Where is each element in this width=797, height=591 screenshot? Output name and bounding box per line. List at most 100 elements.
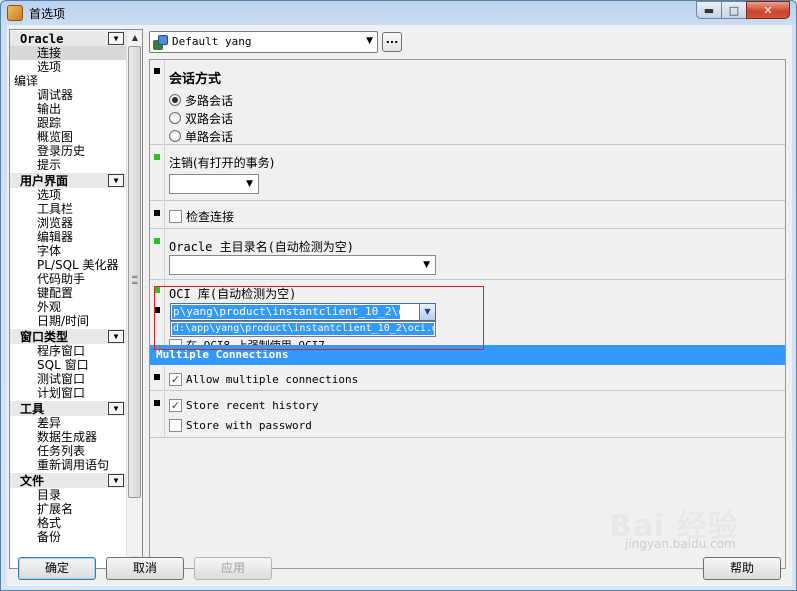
sidebar-item[interactable]: 外观 (10, 300, 126, 314)
oracle-home-title: Oracle 主目录名(自动检测为空) (169, 240, 355, 254)
window-title: 首选项 (29, 7, 66, 21)
sidebar-item[interactable]: 任务列表 (10, 444, 126, 458)
sidebar-item[interactable]: PL/SQL 美化器 (10, 258, 126, 272)
close-button[interactable]: ✕ (746, 1, 790, 19)
sidebar-item[interactable]: 登录历史 (10, 144, 126, 158)
sidebar-item[interactable]: 格式 (10, 516, 126, 530)
sidebar-item-connection[interactable]: 连接 (10, 46, 126, 60)
session-option-single[interactable]: 单路会话 (169, 128, 233, 144)
sidebar-item[interactable]: 浏览器 (10, 216, 126, 230)
sidebar-item[interactable]: 调试器 (10, 88, 126, 102)
section-body: 注销(有打开的事务) ▼ (164, 146, 274, 200)
radio-button[interactable] (169, 112, 181, 124)
sidebar-item[interactable]: 选项 (10, 188, 126, 202)
watermark: Bai 经验 jingyan.baidu.com (609, 501, 779, 561)
section-marker (154, 374, 160, 380)
section-body: ✓ Allow multiple connections (164, 366, 358, 390)
group-header-oracle[interactable]: Oracle ▼ (10, 30, 126, 46)
store-password-row[interactable]: Store with password (169, 417, 312, 433)
checkbox[interactable] (169, 209, 182, 223)
sidebar-item[interactable]: 工具栏 (10, 202, 126, 216)
sidebar-item[interactable]: 目录 (10, 488, 126, 502)
sidebar-item[interactable]: 日期/时间 (10, 314, 126, 328)
cancel-button[interactable]: 取消 (106, 557, 184, 580)
section-body: 会话方式 多路会话 双路会话 单路会话 (164, 60, 233, 144)
oci-dropdown-list: d:\app\yang\product\instantclient_10_2\o… (170, 321, 436, 337)
category-sidebar: Oracle ▼ 连接 选项 编译 调试器 输出 跟踪 概览图 登录历史 提示 用… (9, 29, 143, 569)
oracle-home-select[interactable]: ▼ (169, 255, 436, 275)
checkbox-checked[interactable]: ✓ (169, 398, 182, 412)
radio-label: 双路会话 (185, 111, 234, 126)
connection-more-button[interactable]: ... (382, 32, 402, 52)
group-header-label: 文件 (20, 474, 45, 488)
chevron-down-icon[interactable]: ▼ (108, 32, 124, 45)
sidebar-item[interactable]: 概览图 (10, 130, 126, 144)
check-connection-row[interactable]: 检查连接 (169, 208, 234, 224)
session-option-dual[interactable]: 双路会话 (169, 110, 233, 126)
sidebar-item[interactable]: SQL 窗口 (10, 358, 126, 372)
scroll-up-icon[interactable]: ▲ (127, 30, 142, 46)
chevron-down-icon[interactable]: ▼ (108, 330, 124, 343)
sidebar-item[interactable]: 编辑器 (10, 230, 126, 244)
chevron-down-icon[interactable]: ▼ (419, 304, 435, 320)
ok-button[interactable]: 确定 (18, 557, 96, 580)
group-header-window-types[interactable]: 窗口类型 ▼ (10, 328, 126, 344)
radio-button[interactable] (169, 130, 181, 142)
scrollbar-thumb[interactable]: ═ ═ (128, 46, 141, 498)
session-option-multi[interactable]: 多路会话 (169, 92, 233, 108)
checkbox[interactable] (169, 418, 182, 432)
chevron-down-icon[interactable]: ▼ (108, 402, 124, 415)
logoff-select[interactable]: ▼ (169, 174, 259, 194)
sidebar-item[interactable]: 备份 (10, 530, 126, 544)
maximize-button[interactable]: □ (721, 1, 747, 19)
apply-button[interactable]: 应用 (194, 557, 272, 580)
sidebar-item-options[interactable]: 选项 (10, 60, 126, 74)
sidebar-item[interactable]: 计划窗口 (10, 386, 126, 400)
sidebar-item[interactable]: 扩展名 (10, 502, 126, 516)
chevron-down-icon[interactable]: ▼ (108, 474, 124, 487)
radio-button[interactable] (169, 94, 181, 106)
sidebar-item[interactable]: 数据生成器 (10, 430, 126, 444)
sidebar-item[interactable]: 输出 (10, 102, 126, 116)
sidebar-item[interactable]: 跟踪 (10, 116, 126, 130)
check-connection-section: 检查连接 (150, 202, 785, 229)
checkbox-checked[interactable]: ✓ (169, 372, 182, 386)
chevron-down-icon[interactable]: ▼ (108, 174, 124, 187)
connection-value: Default yang (172, 35, 252, 48)
store-history-row[interactable]: ✓ Store recent history (169, 397, 318, 413)
watermark-url: jingyan.baidu.com (625, 537, 736, 551)
group-header-label: 工具 (20, 402, 45, 416)
connection-select[interactable]: Default yang ▼ (149, 31, 378, 53)
group-header-tools[interactable]: 工具 ▼ (10, 400, 126, 416)
sidebar-item[interactable]: 程序窗口 (10, 344, 126, 358)
oci-library-input[interactable]: p\yang\product\instantclient_10_2\oci.dl… (170, 303, 436, 321)
sidebar-item[interactable]: 代码助手 (10, 272, 126, 286)
dropdown-option[interactable]: d:\app\yang\product\instantclient_10_2\o… (172, 323, 434, 335)
checkbox-label: 检查连接 (186, 209, 235, 224)
sidebar-item-compile[interactable]: 编译 (10, 74, 126, 88)
group-header-label: Oracle (20, 32, 64, 46)
sidebar-item[interactable]: 提示 (10, 158, 126, 172)
sidebar-item[interactable]: 字体 (10, 244, 126, 258)
category-list: Oracle ▼ 连接 选项 编译 调试器 输出 跟踪 概览图 登录历史 提示 用… (10, 30, 126, 568)
section-marker (154, 154, 160, 160)
radio-label: 多路会话 (185, 93, 234, 108)
sidebar-item[interactable]: 差异 (10, 416, 126, 430)
sidebar-item[interactable]: 重新调用语句 (10, 458, 126, 472)
section-body: Oracle 主目录名(自动检测为空) ▼ (164, 230, 436, 279)
sidebar-scrollbar[interactable]: ▲ ══ ▼ (126, 30, 142, 568)
sidebar-item[interactable]: 测试窗口 (10, 372, 126, 386)
chevron-down-icon: ▼ (366, 36, 373, 46)
oci-section: OCI 库(自动检测为空) 在 OCI8 上强制使用 OCI7 p\yang\p… (150, 281, 785, 352)
group-header-files[interactable]: 文件 ▼ (10, 472, 126, 488)
grip-icon: ═ ═ (132, 273, 138, 289)
sidebar-item[interactable]: 键配置 (10, 286, 126, 300)
group-header-ui[interactable]: 用户界面 ▼ (10, 172, 126, 188)
section-marker (154, 68, 160, 74)
minimize-button[interactable]: ▬ (696, 1, 722, 19)
section-marker (154, 307, 160, 313)
multiple-connections-header: Multiple Connections (150, 345, 785, 365)
chevron-down-icon: ▼ (246, 179, 253, 189)
allow-multiple-row[interactable]: ✓ Allow multiple connections (169, 371, 358, 387)
logoff-title: 注销(有打开的事务) (169, 156, 275, 170)
